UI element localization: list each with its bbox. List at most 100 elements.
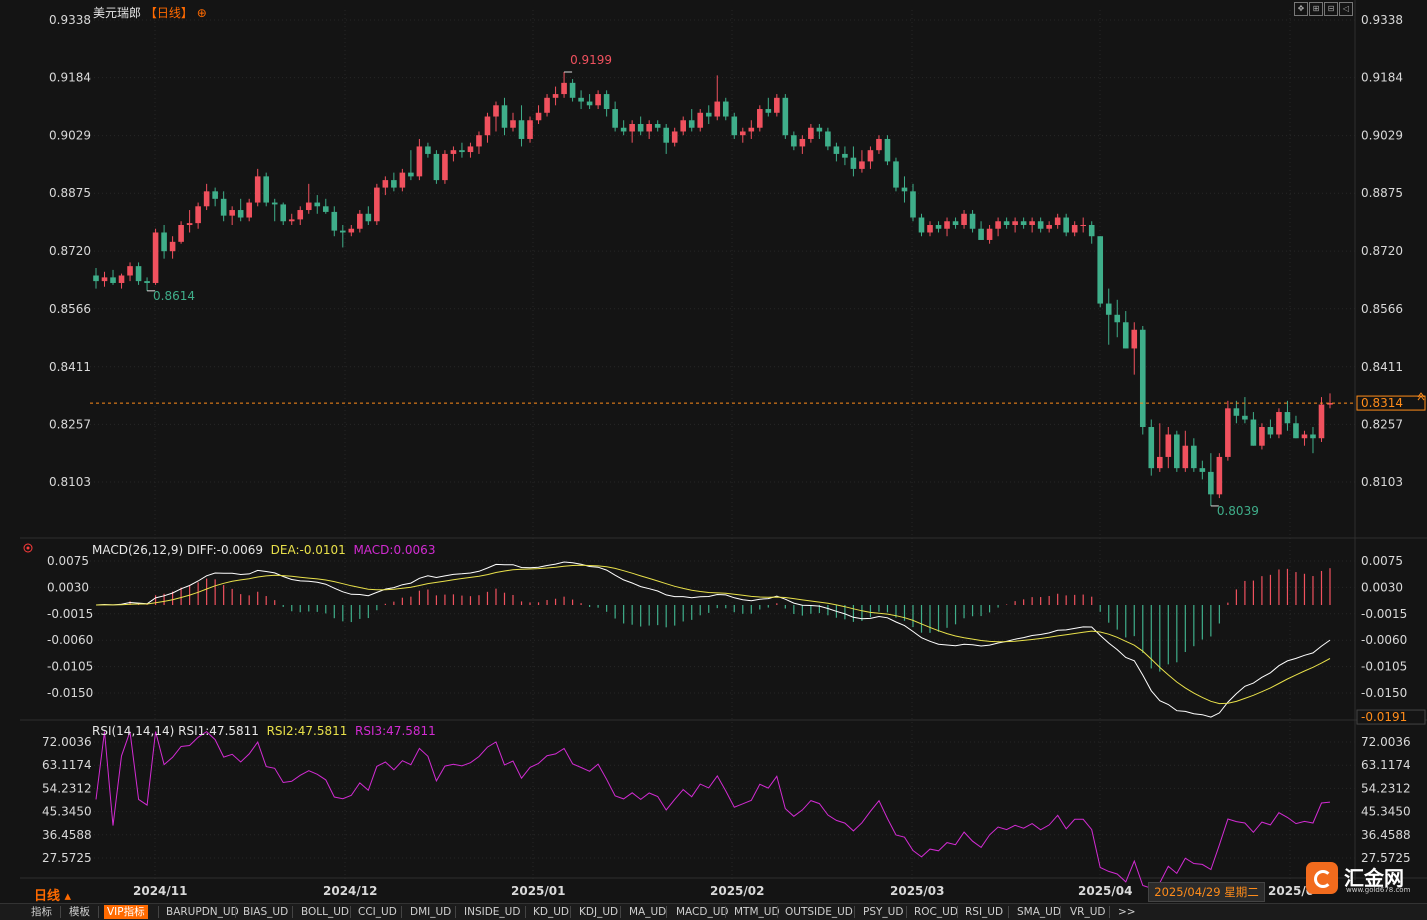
candle-body xyxy=(135,266,142,282)
indicator-tab-9[interactable]: KD_UD xyxy=(530,905,572,919)
period-selector[interactable]: 日线 ▴ xyxy=(34,885,71,904)
tab-separator xyxy=(235,906,236,918)
macd-tick-left: -0.0150 xyxy=(47,686,93,700)
indicator-tab-1[interactable]: 模板 xyxy=(66,905,93,919)
candle-body xyxy=(340,230,346,233)
indicator-settings-dot xyxy=(26,546,30,550)
price-tick-right: 0.8875 xyxy=(1361,186,1403,200)
zoom-out-icon[interactable]: ⊟ xyxy=(1324,2,1338,16)
rsi-tick-right: 63.1174 xyxy=(1361,758,1411,772)
price-tick-left: 0.8411 xyxy=(49,360,91,374)
rsi-legend: RSI(14,14,14) RSI1:47.5811 RSI2:47.5811 … xyxy=(92,724,436,738)
candle-body xyxy=(1191,445,1197,469)
indicator-tab-10[interactable]: KDJ_UD xyxy=(576,905,621,919)
candle-body xyxy=(357,213,363,229)
candle-body xyxy=(782,97,789,136)
candle-body xyxy=(178,225,184,242)
candle-body xyxy=(569,82,576,98)
candle-body xyxy=(901,187,908,192)
indicator-tab-11[interactable]: MA_UD xyxy=(626,905,669,919)
macd-dea: DEA:-0.0101 xyxy=(270,543,346,557)
candle-body xyxy=(331,211,338,231)
candle-body xyxy=(212,191,218,199)
current-date-box: 2025/04/29 星期二 xyxy=(1148,882,1265,902)
candle-body xyxy=(842,153,848,158)
candle-body xyxy=(552,94,559,98)
candle-body xyxy=(1131,329,1138,349)
candle-body xyxy=(1122,322,1129,349)
indicator-tab-2[interactable]: VIP指标 xyxy=(104,905,148,919)
macd-diff: DIFF:-0.0069 xyxy=(186,543,263,557)
back-icon[interactable]: ◁ xyxy=(1339,2,1353,16)
candle-body xyxy=(1225,408,1231,457)
rsi-tick-left: 45.3450 xyxy=(42,805,92,819)
candle-body xyxy=(1080,225,1086,227)
candle-body xyxy=(927,225,933,233)
candle-body xyxy=(731,116,738,136)
candle-body xyxy=(1301,434,1308,439)
zoom-in-icon[interactable]: ⊞ xyxy=(1309,2,1323,16)
indicator-tab-7[interactable]: DMI_UD xyxy=(407,905,454,919)
indicator-tab-13[interactable]: MTM_UD xyxy=(731,905,783,919)
candle-body xyxy=(408,172,414,177)
indicator-tab-18[interactable]: SMA_UD xyxy=(1014,905,1064,919)
candle-body xyxy=(1174,434,1180,469)
rsi-tick-right: 45.3450 xyxy=(1361,805,1411,819)
tab-separator xyxy=(906,906,907,918)
x-axis-label: 2024/11 xyxy=(133,884,187,898)
candle-body xyxy=(748,127,755,132)
candle-body xyxy=(118,275,125,283)
indicator-tab-12[interactable]: MACD_UD xyxy=(673,905,732,919)
candle-body xyxy=(603,94,610,110)
indicator-tab-0[interactable]: 指标 xyxy=(28,905,55,919)
price-tick-right: 0.8257 xyxy=(1361,417,1403,431)
candle-body xyxy=(382,180,389,188)
move-icon[interactable]: ✥ xyxy=(1294,2,1308,16)
candle-body xyxy=(1114,314,1121,323)
price-tick-right: 0.8720 xyxy=(1361,244,1403,258)
tab-separator xyxy=(60,906,61,918)
indicator-tab-5[interactable]: BOLL_UD xyxy=(298,905,352,919)
candle-body xyxy=(654,123,661,128)
tab-separator xyxy=(401,906,402,918)
rsi-tick-right: 72.0036 xyxy=(1361,735,1411,749)
macd-tick-left: 0.0075 xyxy=(47,554,89,568)
rsi-tick-left: 27.5725 xyxy=(42,851,92,865)
candle-body xyxy=(612,109,618,128)
indicator-tab-4[interactable]: BIAS_UD xyxy=(240,905,291,919)
indicator-tab-17[interactable]: RSI_UD xyxy=(962,905,1006,919)
add-icon[interactable]: ⊕ xyxy=(197,6,207,20)
x-axis-label: 2025/02 xyxy=(710,884,764,898)
macd-tick-left: 0.0030 xyxy=(47,580,89,594)
indicator-tab-8[interactable]: INSIDE_UD xyxy=(461,905,523,919)
candle-body xyxy=(365,213,372,222)
indicator-tab-3[interactable]: BARUPDN_UD xyxy=(163,905,242,919)
candle-body xyxy=(859,161,865,169)
candle-body xyxy=(757,109,763,128)
candle-body xyxy=(93,275,99,282)
candle-body xyxy=(697,112,704,128)
indicator-tab-14[interactable]: OUTSIDE_UD xyxy=(782,905,856,919)
chart-canvas[interactable]: 0.0075 0.0075 0.0030 0.0030 -0.0015 -0.0015 -0… xyxy=(0,0,1427,903)
candle-body xyxy=(195,206,201,224)
candle-body xyxy=(527,120,533,139)
indicator-tab-6[interactable]: CCI_UD xyxy=(355,905,400,919)
macd-title: MACD(26,12,9) xyxy=(92,543,184,557)
indicator-tab-20[interactable]: >> xyxy=(1115,905,1139,919)
candle-body xyxy=(220,198,227,216)
candle-body xyxy=(1310,434,1316,439)
candle-body xyxy=(944,221,950,229)
candle-body xyxy=(1037,221,1044,229)
candle-body xyxy=(399,172,406,188)
candle-body xyxy=(918,217,925,233)
candle-body xyxy=(833,146,840,154)
candle-body xyxy=(1267,427,1274,435)
price-tick-right: 0.9338 xyxy=(1361,13,1403,27)
candle-body xyxy=(425,146,431,154)
indicator-tab-19[interactable]: VR_UD xyxy=(1067,905,1109,919)
candle-body xyxy=(161,232,167,252)
indicator-tab-15[interactable]: PSY_UD xyxy=(860,905,906,919)
candle-body xyxy=(986,228,993,240)
tab-separator xyxy=(158,906,159,918)
indicator-tab-16[interactable]: ROC_UD xyxy=(911,905,961,919)
